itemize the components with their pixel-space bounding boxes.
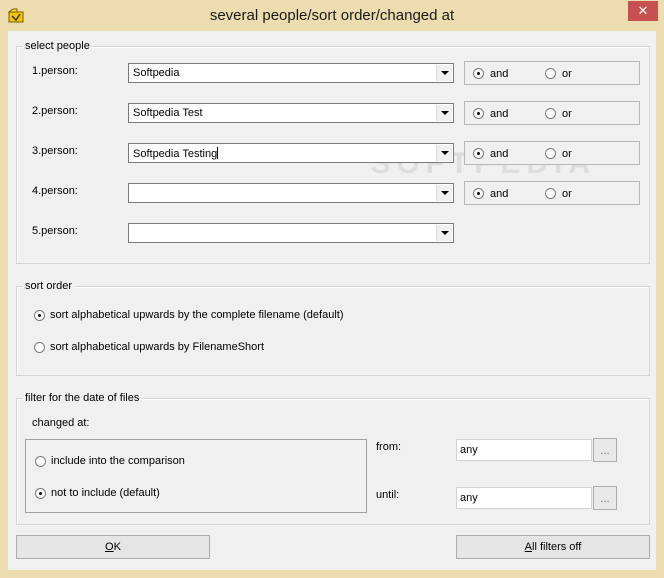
or-label: or — [562, 148, 572, 160]
person-4-logic: and or — [464, 181, 640, 205]
filters-mnemonic: A — [524, 541, 533, 553]
or-radio[interactable] — [545, 148, 556, 159]
group-label: select people — [23, 40, 92, 52]
include-comparison-radio[interactable] — [35, 456, 46, 467]
include-comparison-label: include into the comparison — [51, 455, 185, 467]
changed-at-label: changed at: — [32, 417, 90, 429]
chevron-down-icon[interactable] — [436, 65, 452, 81]
not-include-radio[interactable] — [35, 488, 46, 499]
combo-value: Softpedia — [133, 67, 180, 79]
and-label: and — [490, 68, 509, 80]
not-include-label: not to include (default) — [51, 487, 160, 499]
person-4-combo[interactable] — [128, 183, 454, 203]
from-label: from: — [376, 441, 402, 453]
ok-mnemonic: O — [105, 541, 114, 553]
sort-full-filename-radio[interactable] — [34, 310, 45, 321]
person-2-label: 2.person: — [32, 105, 78, 117]
or-radio[interactable] — [545, 108, 556, 119]
person-1-label: 1.person: — [32, 65, 78, 77]
person-5-label: 5.person: — [32, 225, 78, 237]
close-button[interactable]: ✕ — [628, 1, 658, 21]
dialog-window: several people/sort order/changed at ✕ S… — [0, 0, 664, 578]
text-cursor — [217, 147, 219, 159]
from-value: any — [460, 444, 478, 456]
filters-label: ll filters off — [532, 541, 582, 553]
and-radio[interactable] — [473, 188, 484, 199]
window-title: several people/sort order/changed at — [209, 7, 455, 24]
until-value: any — [460, 492, 478, 504]
select-people-group: select people 1.person: Softpedia and or… — [16, 40, 650, 264]
or-label: or — [562, 188, 572, 200]
all-filters-off-button[interactable]: All filters off — [456, 535, 650, 559]
sort-short-filename-radio[interactable] — [34, 342, 45, 353]
from-field[interactable]: any — [456, 439, 592, 461]
sort-full-filename-label: sort alphabetical upwards by the complet… — [50, 309, 344, 321]
group-label: sort order — [23, 280, 75, 292]
combo-text: Softpedia Testing — [133, 148, 218, 160]
person-4-label: 4.person: — [32, 185, 78, 197]
person-2-combo[interactable]: Softpedia Test — [128, 103, 454, 123]
until-field[interactable]: any — [456, 487, 592, 509]
person-5-combo[interactable] — [128, 223, 454, 243]
group-label: filter for the date of files — [23, 392, 142, 404]
and-label: and — [490, 148, 509, 160]
and-radio[interactable] — [473, 68, 484, 79]
until-browse-button[interactable]: ... — [593, 486, 617, 510]
and-label: and — [490, 108, 509, 120]
and-radio[interactable] — [473, 108, 484, 119]
changed-at-options: include into the comparison not to inclu… — [25, 439, 367, 513]
chevron-down-icon[interactable] — [436, 145, 452, 161]
combo-value: Softpedia Testing — [133, 147, 219, 160]
person-2-logic: and or — [464, 101, 640, 125]
chevron-down-icon[interactable] — [436, 185, 452, 201]
and-radio[interactable] — [473, 148, 484, 159]
person-3-logic: and or — [464, 141, 640, 165]
sort-order-group: sort order sort alphabetical upwards by … — [16, 280, 650, 376]
or-label: or — [562, 108, 572, 120]
combo-value: Softpedia Test — [133, 107, 203, 119]
ok-label: K — [113, 541, 121, 553]
person-1-combo[interactable]: Softpedia — [128, 63, 454, 83]
chevron-down-icon[interactable] — [436, 225, 452, 241]
chevron-down-icon[interactable] — [436, 105, 452, 121]
or-radio[interactable] — [545, 68, 556, 79]
person-3-label: 3.person: — [32, 145, 78, 157]
ok-button[interactable]: OK — [16, 535, 210, 559]
title-bar: several people/sort order/changed at ✕ — [0, 0, 664, 31]
sort-short-filename-label: sort alphabetical upwards by FilenameSho… — [50, 341, 265, 353]
or-radio[interactable] — [545, 188, 556, 199]
from-browse-button[interactable]: ... — [593, 438, 617, 462]
date-filter-group: filter for the date of files changed at:… — [16, 392, 650, 525]
dialog-body: SOFTPEDIA select people 1.person: Softpe… — [8, 31, 656, 570]
and-label: and — [490, 188, 509, 200]
until-label: until: — [376, 489, 400, 501]
or-label: or — [562, 68, 572, 80]
person-3-combo[interactable]: Softpedia Testing — [128, 143, 454, 163]
person-1-logic: and or — [464, 61, 640, 85]
